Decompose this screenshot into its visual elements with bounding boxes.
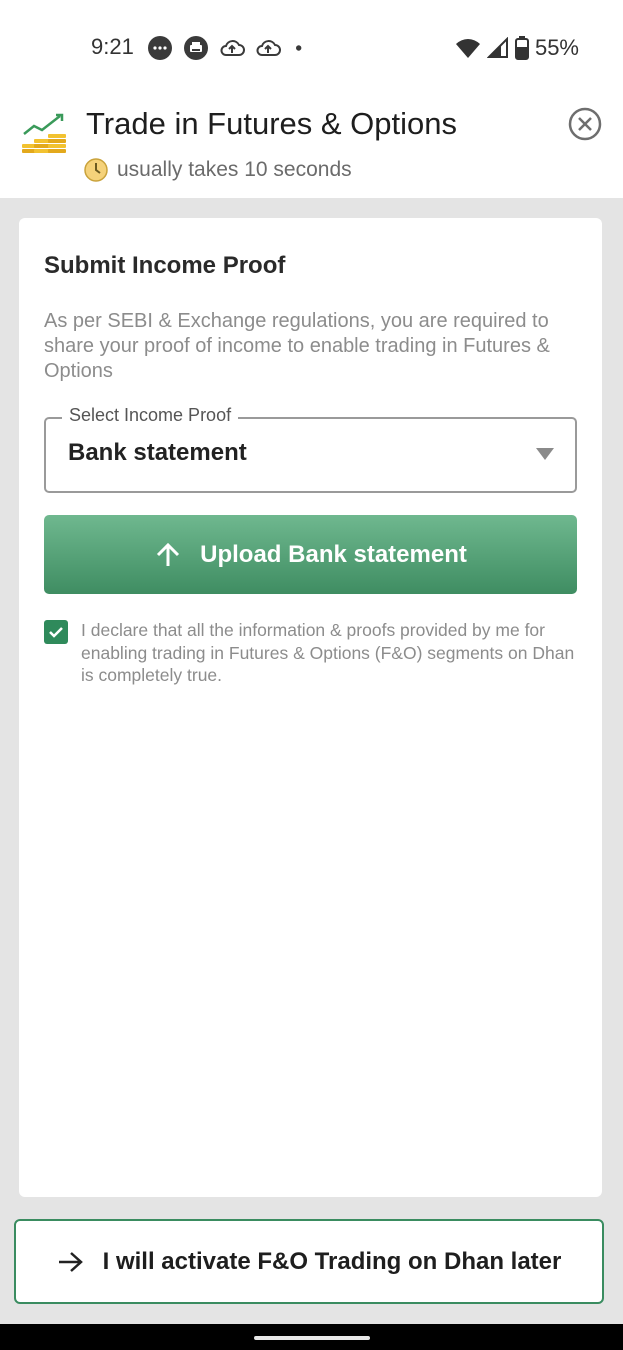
checkmark-icon bbox=[49, 627, 63, 638]
income-proof-select[interactable]: Select Income Proof Bank statement bbox=[44, 405, 577, 493]
cloud-upload-icon bbox=[256, 40, 281, 56]
wifi-icon bbox=[455, 39, 480, 58]
arrow-right-icon bbox=[58, 1251, 83, 1272]
upload-button-label: Upload Bank statement bbox=[200, 540, 467, 568]
chat-bubble-icon bbox=[148, 36, 172, 60]
printer-icon bbox=[184, 36, 208, 60]
dropdown-arrow-icon bbox=[536, 448, 554, 460]
notification-icons bbox=[147, 35, 311, 61]
sheet-header: Trade in Futures & Options usually takes… bbox=[0, 96, 623, 198]
activate-later-label: I will activate F&O Trading on Dhan late… bbox=[102, 1247, 562, 1275]
clock-icon bbox=[84, 158, 108, 182]
status-time: 9:21 bbox=[91, 34, 134, 59]
battery-icon bbox=[514, 36, 529, 60]
income-proof-card: Submit Income Proof As per SEBI & Exchan… bbox=[19, 218, 602, 1197]
select-value: Bank statement bbox=[68, 439, 247, 466]
select-label: Select Income Proof bbox=[62, 405, 239, 426]
gold-coins-chart-icon bbox=[22, 113, 66, 153]
close-icon[interactable] bbox=[568, 107, 602, 141]
time-estimate: usually takes 10 seconds bbox=[84, 157, 352, 183]
activate-later-button[interactable]: I will activate F&O Trading on Dhan late… bbox=[14, 1219, 604, 1304]
dot-icon bbox=[296, 45, 302, 51]
declaration-checkbox[interactable] bbox=[44, 620, 68, 644]
card-title: Submit Income Proof bbox=[44, 252, 286, 279]
page-title: Trade in Futures & Options bbox=[86, 106, 458, 141]
card-description: As per SEBI & Exchange regulations, you … bbox=[44, 310, 550, 382]
arrow-up-icon bbox=[157, 542, 180, 566]
home-handle[interactable] bbox=[254, 1336, 370, 1340]
upload-button[interactable]: Upload Bank statement bbox=[44, 515, 577, 594]
battery-percent: 55% bbox=[534, 35, 579, 60]
cloud-upload-icon bbox=[220, 40, 245, 56]
time-estimate-text: usually takes 10 seconds bbox=[117, 158, 352, 181]
system-status: 55% bbox=[455, 34, 579, 62]
signal-icon bbox=[486, 37, 508, 58]
navigation-bar bbox=[0, 1324, 623, 1350]
declaration-text: I declare that all the information & pro… bbox=[81, 620, 575, 685]
status-bar: 9:21 55% bbox=[0, 0, 623, 96]
